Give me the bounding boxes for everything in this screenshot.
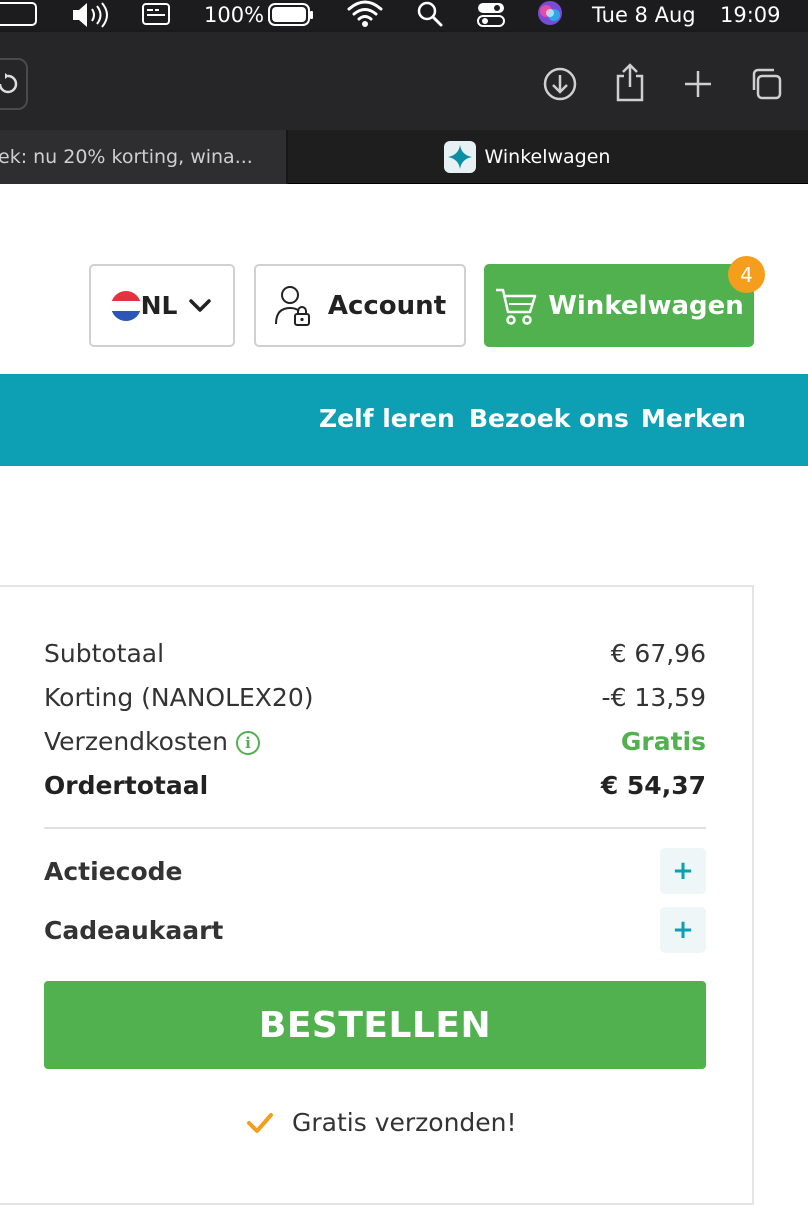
info-icon[interactable]: i [235,731,260,755]
shopping-cart-icon [496,288,537,325]
volume-icon[interactable] [70,0,110,30]
free-shipping-note: Gratis verzonden! [246,1108,517,1137]
menubar-time: 19:09 [720,3,781,27]
new-tab-button[interactable] [678,64,718,104]
checkmark-icon [247,1112,273,1133]
promo-code-row[interactable]: Actiecode + [44,848,706,894]
tab-cart[interactable]: Winkelwagen [290,130,808,184]
gift-card-row[interactable]: Cadeaukaart + [44,907,706,953]
battery-icon[interactable] [267,0,315,30]
shipping-label: Verzendkosten [44,727,228,756]
download-icon [543,67,577,101]
discount-label: Korting (NANOLEX20) [44,683,314,712]
reload-button[interactable] [0,58,28,110]
reload-icon [0,73,18,94]
subtotal-value: € 67,96 [610,639,706,668]
main-nav: Zelf leren Bezoek ons Merken [0,374,808,466]
total-label: Ordertotaal [44,771,209,800]
chevron-down-icon [189,298,212,312]
shipping-value: Gratis [620,727,706,756]
summary-divider [44,827,706,829]
keyboard-icon[interactable] [140,0,172,30]
shipping-label-group: Verzendkosten i [44,727,260,756]
share-button[interactable] [610,60,650,104]
tab-promo[interactable]: ek: nu 20% korting, wina... [0,130,288,184]
shipping-row: Verzendkosten i Gratis [44,727,706,756]
netherlands-flag-icon [110,290,141,321]
spotlight-search-icon[interactable] [416,0,444,30]
subtotal-row: Subtotaal € 67,96 [44,639,706,668]
downloads-button[interactable] [540,64,580,104]
gift-card-expand-button[interactable]: + [660,907,706,953]
language-selector[interactable]: NL [89,264,235,347]
total-value: € 54,37 [600,771,706,800]
plus-icon [685,71,711,97]
sparkle-favicon-icon [443,141,476,173]
promo-code-expand-button[interactable]: + [660,848,706,894]
share-icon [616,63,644,102]
discount-value: -€ 13,59 [601,683,706,712]
account-button[interactable]: Account [254,264,466,347]
tab-cart-title: Winkelwagen [484,146,611,168]
nav-item-zelf-leren[interactable]: Zelf leren [319,404,455,433]
tab-strip: ek: nu 20% korting, wina... Winkelwagen [0,130,808,184]
wifi-icon[interactable] [347,0,383,30]
tabs-icon [752,68,782,100]
cart-button[interactable]: Winkelwagen [484,264,754,347]
total-row: Ordertotaal € 54,37 [44,771,706,800]
tab-promo-title: ek: nu 20% korting, wina... [0,146,253,168]
cart-label: Winkelwagen [548,290,744,321]
menubar-date: Tue 8 Aug [592,3,696,27]
place-order-button[interactable]: BESTELLEN [44,981,706,1069]
siri-icon[interactable] [535,0,565,30]
tab-overview-button[interactable] [746,64,786,104]
user-lock-icon [274,285,310,326]
window-icon[interactable] [0,0,38,30]
account-label: Account [327,290,447,321]
browser-toolbar [0,30,808,130]
gift-card-label: Cadeaukaart [44,915,224,945]
battery-percentage: 100% [204,3,265,27]
control-center-icon[interactable] [476,0,506,30]
cart-count-badge: 4 [728,256,765,293]
discount-row: Korting (NANOLEX20) -€ 13,59 [44,683,706,712]
nav-item-merken[interactable]: Merken [641,404,746,433]
language-code: NL [140,291,178,320]
promo-code-label: Actiecode [44,856,183,886]
subtotal-label: Subtotaal [44,639,165,668]
free-shipping-text: Gratis verzonden! [292,1108,517,1137]
menu-bar: 100% Tue 8 Aug 19:09 [0,0,808,30]
nav-item-bezoek-ons[interactable]: Bezoek ons [469,404,629,433]
